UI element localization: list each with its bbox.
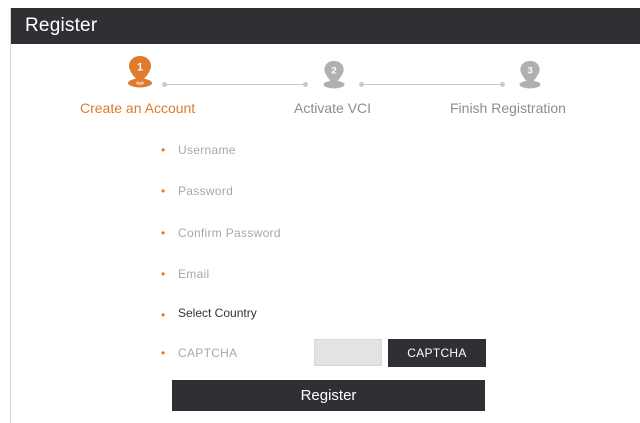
- register-button[interactable]: Register: [172, 380, 485, 411]
- step-3-label: Finish Registration: [450, 100, 566, 116]
- confirm-password-row: •: [161, 224, 461, 245]
- step-1-label: Create an Account: [80, 100, 196, 116]
- step-3-number: 3: [527, 66, 532, 77]
- required-marker: •: [161, 184, 166, 198]
- required-marker: •: [161, 346, 166, 360]
- confirm-password-input[interactable]: [178, 224, 458, 242]
- required-marker: •: [161, 308, 166, 322]
- step-2-number: 2: [331, 66, 336, 77]
- required-marker: •: [161, 226, 166, 240]
- email-row: •: [161, 265, 461, 286]
- username-input[interactable]: [178, 141, 458, 159]
- step-1-pin-icon: 1: [128, 56, 152, 88]
- country-row: • Select Country: [161, 306, 461, 327]
- captcha-row: •: [161, 344, 306, 365]
- step-2-label: Activate VCI: [294, 100, 372, 116]
- captcha-input[interactable]: [178, 344, 298, 362]
- required-marker: •: [161, 143, 166, 157]
- title-bar: Register: [11, 8, 640, 44]
- email-input[interactable]: [178, 265, 458, 283]
- required-marker: •: [161, 267, 166, 281]
- step-connector-1: [162, 82, 308, 87]
- step-2-pin-icon: 2: [323, 60, 345, 89]
- step-1-number: 1: [137, 62, 143, 74]
- username-row: •: [161, 141, 461, 162]
- captcha-image: [314, 339, 382, 366]
- captcha-refresh-button[interactable]: CAPTCHA: [388, 339, 486, 367]
- window-title: Register: [25, 15, 98, 36]
- country-select[interactable]: Select Country: [178, 306, 257, 320]
- register-window: Register 1 Create an Account 2 Activate …: [10, 8, 640, 423]
- password-input[interactable]: [178, 182, 458, 200]
- step-connector-2: [359, 82, 505, 87]
- step-3-pin-icon: 3: [519, 60, 541, 89]
- password-row: •: [161, 182, 461, 203]
